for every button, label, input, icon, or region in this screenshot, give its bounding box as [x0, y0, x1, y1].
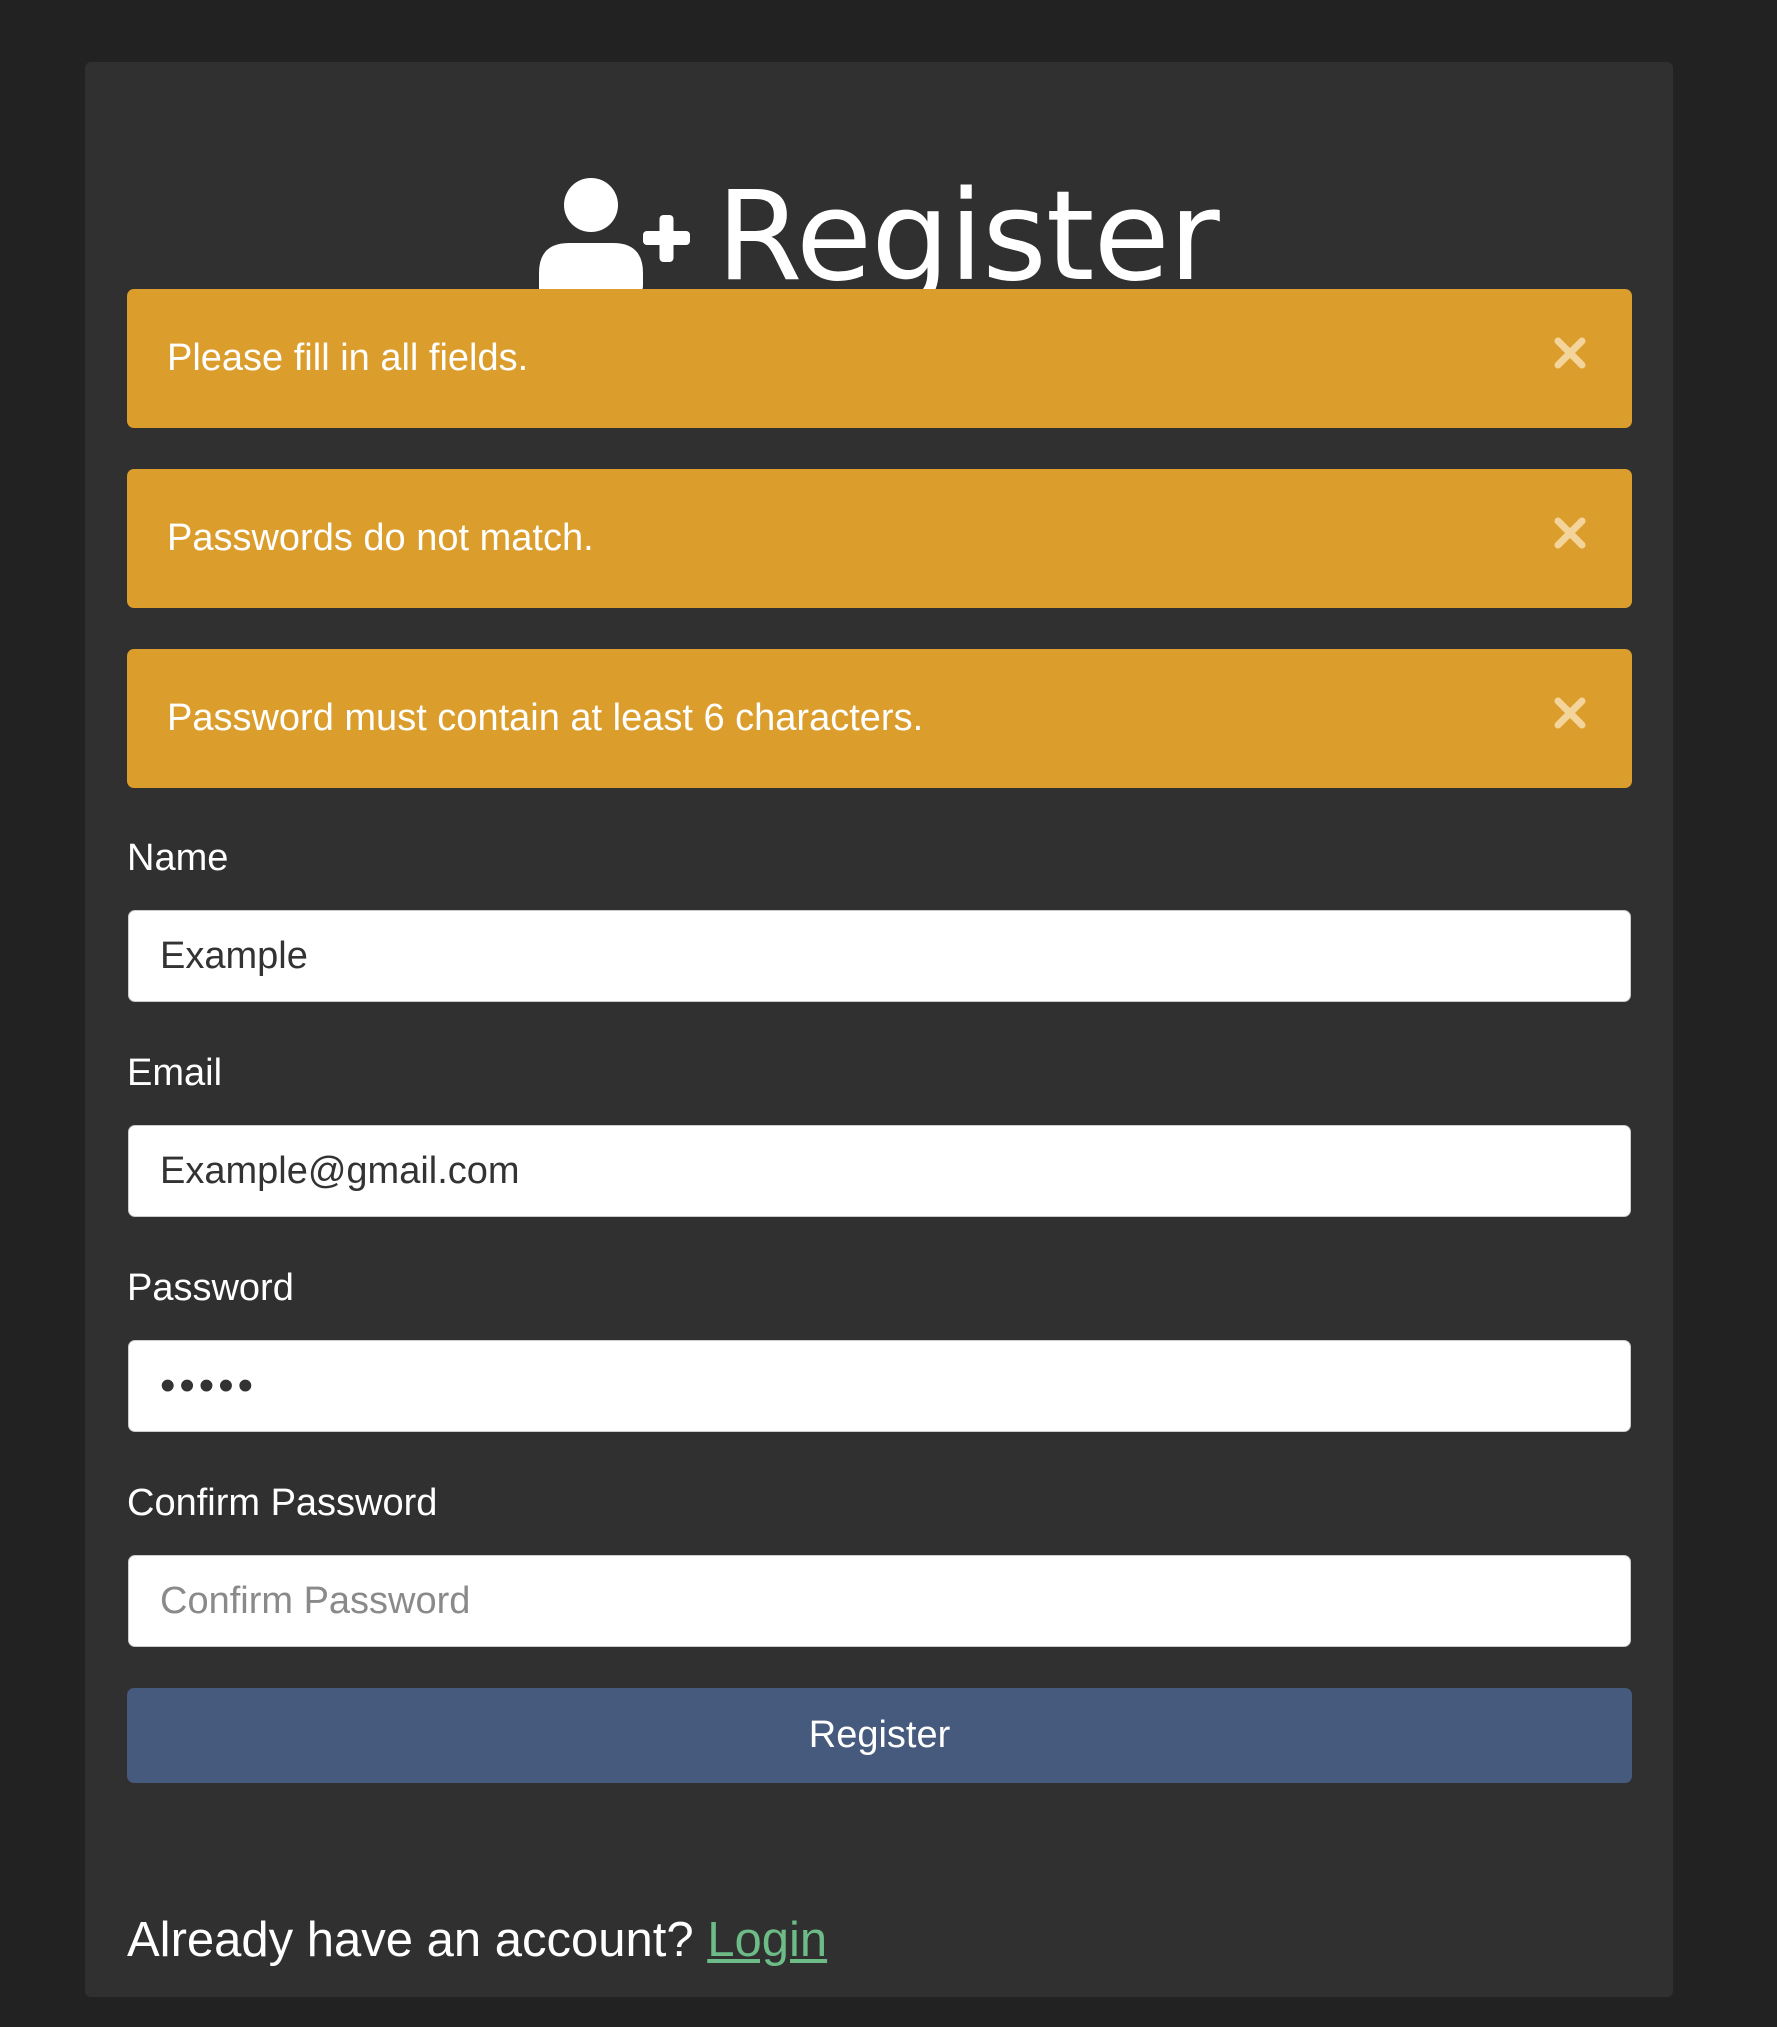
user-plus-icon — [539, 177, 691, 297]
confirm-password-input[interactable] — [128, 1555, 1631, 1647]
close-icon[interactable] — [1552, 515, 1588, 551]
close-icon[interactable] — [1552, 335, 1588, 371]
alert-message: Please fill in all fields. — [167, 337, 529, 379]
alert-password-mismatch: Passwords do not match. — [127, 469, 1632, 608]
close-icon[interactable] — [1552, 695, 1588, 731]
email-input[interactable] — [128, 1125, 1631, 1217]
register-card: Register Please fill in all fields. Pass… — [85, 62, 1673, 1997]
alert-password-length: Password must contain at least 6 charact… — [127, 649, 1632, 788]
alert-fill-fields: Please fill in all fields. — [127, 289, 1632, 428]
login-prompt: Already have an account? Login — [127, 1912, 827, 1968]
name-label: Name — [127, 837, 229, 879]
login-link[interactable]: Login — [707, 1913, 827, 1967]
confirm-password-label: Confirm Password — [127, 1482, 438, 1524]
name-input[interactable] — [128, 910, 1631, 1002]
password-label: Password — [127, 1267, 294, 1309]
page-title: Register — [716, 165, 1220, 309]
alert-message: Password must contain at least 6 charact… — [167, 697, 924, 739]
register-button[interactable]: Register — [127, 1688, 1632, 1783]
alert-message: Passwords do not match. — [167, 517, 594, 559]
password-input[interactable] — [128, 1340, 1631, 1432]
login-prompt-text: Already have an account? — [127, 1913, 708, 1967]
email-label: Email — [127, 1052, 223, 1094]
